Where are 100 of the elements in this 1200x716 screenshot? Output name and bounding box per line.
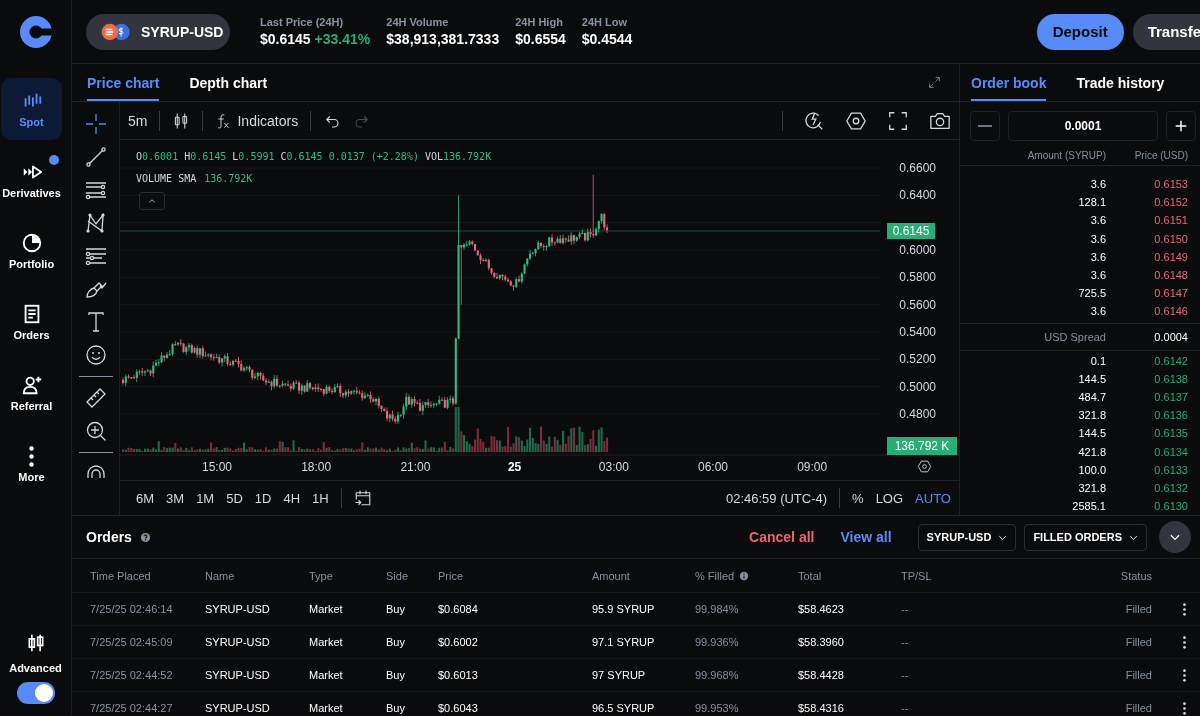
amount-cell-text: 421.8 <box>1077 445 1106 458</box>
table-cell: Buy <box>386 636 405 648</box>
axis-label: 09:00 <box>797 460 828 474</box>
amount-cell-text: 3.6 <box>1089 232 1106 245</box>
axis-label: 18:00 <box>301 460 332 474</box>
stat-value: $0.4544 <box>581 31 633 47</box>
amount-cell-text: 3.6 <box>1089 269 1106 282</box>
axis-label: 25 <box>507 460 522 474</box>
column-header: Status <box>1120 569 1152 582</box>
table-cell: 7/25/25 02:44:52 <box>90 669 173 681</box>
change-value: 0.0137 (+2.28%) <box>328 151 419 162</box>
ohlc-value: O0.6001 <box>136 151 179 162</box>
column-header: Time Placed <box>90 569 151 582</box>
price-cell-text: 0.6136 <box>1153 409 1188 422</box>
table-cell: 7/25/25 02:46:14 <box>90 603 173 615</box>
table-cell: Filled <box>1125 636 1152 648</box>
table-cell: 97 SYRUP <box>592 669 646 681</box>
chart-tab[interactable]: Price chart <box>87 64 160 101</box>
view-all-link[interactable]: View all <box>840 529 892 545</box>
table-cell: 95.9 SYRUP <box>592 603 655 615</box>
filter-dropdown[interactable]: FILLED ORDERS <box>1024 523 1147 551</box>
axis-label: 0.6600 <box>899 160 936 176</box>
nav-item[interactable]: Referral <box>1 362 62 424</box>
range-button[interactable]: 6M <box>136 490 155 506</box>
axis-label: 0.5200 <box>899 351 936 368</box>
range-button[interactable]: 1M <box>196 490 215 506</box>
price-cell-text: 0.6151 <box>1153 214 1188 227</box>
cancel-all-button[interactable]: Cancel all <box>749 529 815 545</box>
order-book-tab[interactable]: Trade history <box>1076 64 1165 101</box>
stat-value: $0.6554 <box>515 31 566 47</box>
interval-button[interactable]: 5m <box>128 112 148 129</box>
range-button[interactable]: 3M <box>166 490 185 506</box>
table-cell: Buy <box>386 702 405 714</box>
table-cell: Filled <box>1125 702 1152 714</box>
nav-item[interactable]: More <box>1 433 62 495</box>
table-cell: 96.5 SYRUP <box>592 702 655 714</box>
table-cell: SYRUP-USD <box>205 669 270 681</box>
amount-cell-text: 100.0 <box>1077 463 1106 476</box>
amount-cell-text: 321.8 <box>1077 481 1106 494</box>
table-cell: 99.984% <box>695 603 739 615</box>
nav-item[interactable]: Portfolio <box>1 220 62 282</box>
spread-value: 0.0004 <box>1153 330 1188 343</box>
scale-option[interactable]: % <box>852 490 864 506</box>
price-cell-text: 0.6137 <box>1153 390 1188 403</box>
axis-label: 21:00 <box>400 460 431 474</box>
price-cell-text: 0.6142 <box>1153 354 1188 367</box>
table-cell: SYRUP-USD <box>205 603 270 615</box>
scale-option[interactable]: LOG <box>875 490 904 506</box>
stat-label: 24H Volume <box>386 16 450 28</box>
stat-value: $38,913,381.7333 <box>386 31 500 47</box>
range-button[interactable]: 1D <box>254 490 272 506</box>
axis-label: 0.5800 <box>899 269 936 286</box>
stat-label: Last Price (24H) <box>260 16 345 28</box>
table-cell: SYRUP-USD <box>205 702 270 714</box>
volume-tag: 136.792 K <box>887 437 957 455</box>
stat-label: 24H Low <box>581 16 628 28</box>
axis-label: 0.4800 <box>899 405 936 422</box>
step-field[interactable]: 0.0001 <box>1008 111 1158 141</box>
price-cell-text: 0.6134 <box>1153 445 1188 458</box>
amount-cell-text: 144.5 <box>1077 427 1106 440</box>
column-header: Total <box>798 569 822 582</box>
scale-option[interactable]: AUTO <box>915 490 951 506</box>
study-value: 136.792K <box>204 173 253 184</box>
price-tag: 0.6145 <box>887 223 935 239</box>
range-button[interactable]: 1H <box>312 490 329 506</box>
table-cell: $0.6043 <box>438 702 478 714</box>
order-book-tab[interactable]: Order book <box>971 64 1047 101</box>
nav-item[interactable]: Derivatives <box>1 149 62 211</box>
table-cell: 7/25/25 02:44:27 <box>90 702 173 714</box>
price-cell-text: 0.6133 <box>1153 463 1188 476</box>
axis-label: 0.5000 <box>899 378 936 395</box>
column-header: Side <box>386 569 409 582</box>
range-button[interactable]: 4H <box>283 490 301 506</box>
price-cell-text: 0.6150 <box>1153 232 1188 245</box>
price-change: +33.41% <box>314 31 371 47</box>
price-cell-text: 0.6138 <box>1153 372 1188 385</box>
nav-item[interactable]: Spot <box>1 78 62 140</box>
transfer-button[interactable]: Transfe <box>1132 13 1200 50</box>
price-cell-text: 0.6132 <box>1153 481 1188 494</box>
section-title: Orders <box>86 529 132 545</box>
ohlc-value: L0.5991 <box>232 151 275 162</box>
filter-dropdown[interactable]: SYRUP-USD <box>917 523 1017 551</box>
indicators-button[interactable]: Indicators <box>215 111 299 130</box>
ohlc-value: C0.6145 <box>280 151 323 162</box>
amount-cell-text: 3.6 <box>1089 214 1106 227</box>
table-cell: $0.6084 <box>438 603 478 615</box>
table-cell: $58.4428 <box>798 669 844 681</box>
nav-item[interactable]: Orders <box>1 291 62 353</box>
column-header: Name <box>205 569 235 582</box>
amount-cell-text: 3.6 <box>1089 250 1106 263</box>
deposit-button[interactable]: Deposit <box>1036 13 1124 50</box>
range-button[interactable]: 5D <box>226 490 243 506</box>
chart-tab[interactable]: Depth chart <box>189 64 268 101</box>
amount-cell-text: 321.8 <box>1077 409 1106 422</box>
column-header: Type <box>309 569 333 582</box>
table-cell: $0.6013 <box>438 669 478 681</box>
stat-label: 24H High <box>515 16 564 28</box>
axis-label: 0.5600 <box>899 296 936 313</box>
product-selector[interactable]: SYRUP-USD <box>86 13 230 50</box>
ohlc-value: H0.6145 <box>184 151 227 162</box>
